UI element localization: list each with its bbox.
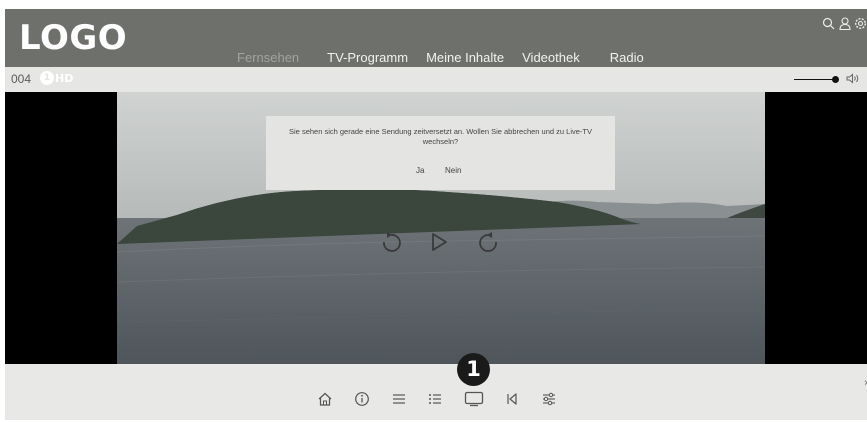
info-icon[interactable] (353, 390, 371, 408)
volume-icon[interactable] (846, 73, 860, 87)
dialog-yes-button[interactable]: Ja (416, 166, 424, 175)
header: LOGO Fernsehen TV-Programm Meine Inhalte… (5, 9, 867, 70)
settings-icon[interactable] (854, 17, 867, 31)
brand-logo[interactable]: LOGO (19, 18, 127, 58)
menu-icon[interactable] (390, 390, 408, 408)
rewind-icon[interactable] (383, 232, 401, 252)
equalizer-icon[interactable] (540, 390, 558, 408)
player-controls (375, 230, 505, 254)
forward-icon[interactable] (479, 232, 497, 252)
play-icon[interactable] (432, 233, 447, 251)
bottom-bar: × (5, 364, 867, 420)
channel-logo: 1 HD (40, 71, 73, 85)
header-icons (822, 17, 867, 31)
video-area: Sie sehen sich gerade eine Sendung zeitv… (5, 92, 867, 364)
channel-bar: 004 1 HD (5, 67, 867, 92)
channel-number: 004 (11, 72, 32, 86)
skip-back-icon[interactable] (503, 390, 521, 408)
timeshift-dialog: Sie sehen sich gerade eine Sendung zeitv… (266, 116, 615, 190)
app-frame: LOGO Fernsehen TV-Programm Meine Inhalte… (5, 9, 867, 420)
channel-logo-badge: 1 (40, 71, 54, 85)
callout-marker: 1 (457, 353, 490, 386)
tv-icon[interactable] (464, 390, 484, 408)
volume-slider-handle[interactable] (832, 76, 839, 83)
home-icon[interactable] (316, 390, 334, 408)
list-icon[interactable] (426, 390, 444, 408)
channel-logo-hd: HD (55, 71, 74, 85)
dialog-message: Sie sehen sich gerade eine Sendung zeitv… (289, 127, 592, 146)
video-player[interactable]: Sie sehen sich gerade eine Sendung zeitv… (117, 92, 765, 364)
dialog-no-button[interactable]: Nein (445, 166, 461, 175)
user-icon[interactable] (838, 17, 851, 31)
search-icon[interactable] (822, 17, 835, 31)
